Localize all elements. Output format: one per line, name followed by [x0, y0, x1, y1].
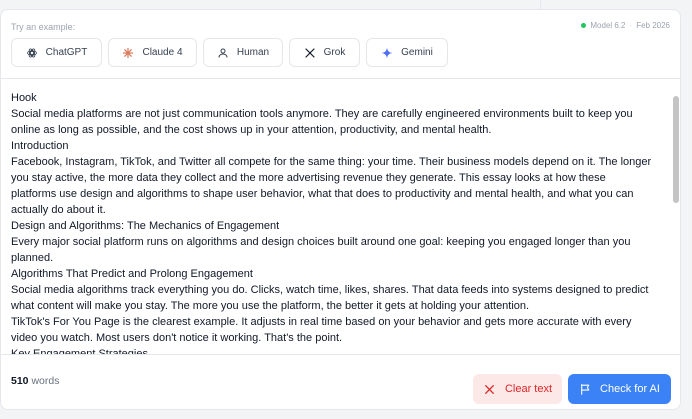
check-for-ai-button[interactable]: Check for AI — [568, 374, 671, 404]
model-date: Feb 2026 — [636, 21, 670, 30]
x-logo-icon — [304, 47, 316, 59]
editor-line: Algorithms That Predict and Prolong Enga… — [11, 268, 253, 280]
editor-footer: 510 words Clear text Check for AI — [1, 354, 680, 409]
example-human-button[interactable]: Human — [203, 38, 283, 67]
word-count-number: 510 — [11, 375, 29, 387]
check-for-ai-label: Check for AI — [600, 383, 660, 395]
example-label: Gemini — [401, 47, 433, 58]
detector-card: Try an example: Model 6.2 · Feb 2026 Cha… — [0, 9, 681, 410]
example-label: Claude 4 — [142, 47, 183, 58]
text-editor[interactable]: Hook Social media platforms are not just… — [1, 80, 680, 354]
example-claude-button[interactable]: Claude 4 — [108, 38, 197, 67]
editor-content[interactable]: Hook Social media platforms are not just… — [1, 80, 680, 354]
editor-line: Hook — [11, 92, 37, 104]
example-gemini-button[interactable]: Gemini — [366, 38, 448, 67]
try-example-label: Try an example: — [11, 22, 76, 32]
editor-line: TikTok's For You Page is the clearest ex… — [11, 316, 632, 344]
editor-line: Every major social platform runs on algo… — [11, 236, 631, 264]
example-label: Grok — [323, 47, 346, 58]
editor-line: Key Engagement Strategies — [11, 348, 148, 354]
close-icon — [483, 383, 496, 396]
editor-line: Introduction — [11, 140, 69, 152]
status-dot-icon — [581, 23, 587, 28]
scrollbar-thumb[interactable] — [673, 96, 679, 203]
clear-text-button[interactable]: Clear text — [473, 374, 562, 404]
editor-line: Social media platforms are not just comm… — [11, 108, 633, 136]
example-chatgpt-button[interactable]: ChatGPT — [11, 38, 102, 67]
editor-line: Social media algorithms track everything… — [11, 284, 649, 312]
clear-text-label: Clear text — [504, 383, 553, 395]
flag-icon — [579, 383, 592, 396]
example-grok-button[interactable]: Grok — [289, 38, 360, 67]
model-name: Model 6.2 — [590, 21, 626, 30]
example-buttons: ChatGPT Claude 4 Human Grok Gemini — [11, 38, 448, 67]
word-count: 510 words — [11, 375, 59, 387]
person-icon — [217, 47, 229, 59]
example-label: Human — [236, 47, 270, 58]
claude-icon — [122, 47, 134, 59]
examples-header: Try an example: Model 6.2 · Feb 2026 Cha… — [1, 10, 680, 79]
openai-icon — [26, 47, 38, 59]
editor-line: Facebook, Instagram, TikTok, and Twitter… — [11, 156, 652, 216]
word-count-label: words — [31, 375, 60, 387]
example-label: ChatGPT — [45, 47, 88, 58]
gemini-sparkle-icon — [381, 47, 393, 59]
model-separator: · — [629, 21, 633, 30]
model-info: Model 6.2 · Feb 2026 — [581, 21, 670, 30]
editor-scrollbar[interactable] — [673, 88, 679, 344]
editor-line: Design and Algorithms: The Mechanics of … — [11, 220, 280, 232]
